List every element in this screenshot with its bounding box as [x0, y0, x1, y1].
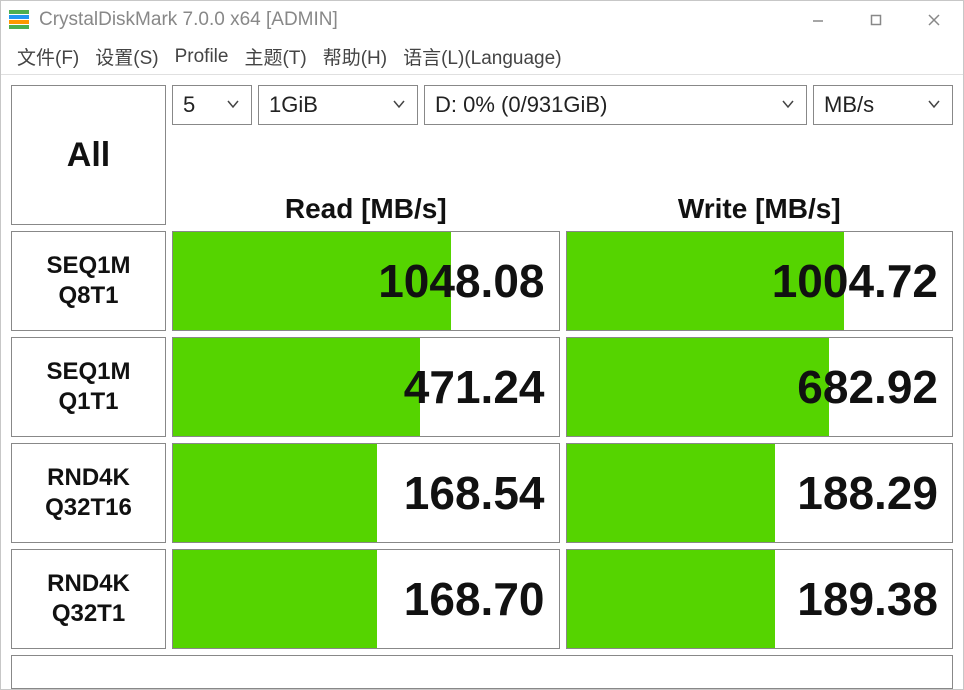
result-bar [567, 550, 775, 648]
run-all-label: All [67, 136, 110, 175]
result-value: 471.24 [404, 360, 545, 414]
result-value: 682.92 [797, 360, 938, 414]
row-label-line2: Q1T1 [58, 387, 118, 417]
header-read-cell: Read [MB/s] [172, 131, 560, 225]
header-read: Read [MB/s] [285, 193, 447, 225]
result-write-2: 188.29 [566, 443, 954, 543]
result-bar [567, 338, 829, 436]
header-write-cell: Write [MB/s] [566, 131, 954, 225]
window-controls [789, 1, 963, 39]
menubar: 文件(F) 设置(S) Profile 主题(T) 帮助(H) 语言(L)(La… [1, 39, 963, 75]
drive-select[interactable]: D: 0% (0/931GiB) [424, 85, 807, 125]
run-seq1m-q8t1-button[interactable]: SEQ1M Q8T1 [11, 231, 166, 331]
result-bar [173, 338, 420, 436]
result-value: 188.29 [797, 466, 938, 520]
run-rnd4k-q32t16-button[interactable]: RND4K Q32T16 [11, 443, 166, 543]
result-value: 168.54 [404, 466, 545, 520]
chevron-down-icon [225, 92, 241, 118]
close-button[interactable] [905, 1, 963, 39]
result-bar [567, 444, 775, 542]
minimize-button[interactable] [789, 1, 847, 39]
row-label-line1: SEQ1M [46, 251, 130, 281]
menu-theme[interactable]: 主题(T) [238, 41, 312, 72]
result-read-3: 168.70 [172, 549, 560, 649]
close-icon [927, 13, 941, 27]
unit-value: MB/s [824, 92, 874, 118]
maximize-button[interactable] [847, 1, 905, 39]
test-count-select[interactable]: 5 [172, 85, 252, 125]
chevron-down-icon [391, 92, 407, 118]
test-size-select[interactable]: 1GiB [258, 85, 418, 125]
menu-language[interactable]: 语言(L)(Language) [397, 41, 567, 72]
menu-profile[interactable]: Profile [169, 44, 235, 70]
chevron-down-icon [926, 92, 942, 118]
header-write: Write [MB/s] [678, 193, 841, 225]
row-label-line2: Q32T16 [45, 493, 132, 523]
drive-value: D: 0% (0/931GiB) [435, 92, 607, 118]
result-value: 168.70 [404, 572, 545, 626]
row-label-line2: Q32T1 [52, 599, 125, 629]
result-bar [173, 550, 377, 648]
minimize-icon [811, 13, 825, 27]
window-title: CrystalDiskMark 7.0.0 x64 [ADMIN] [39, 9, 789, 31]
maximize-icon [870, 14, 882, 26]
result-value: 1004.72 [772, 254, 938, 308]
result-value: 189.38 [797, 572, 938, 626]
test-count-value: 5 [183, 92, 195, 118]
menu-help[interactable]: 帮助(H) [317, 41, 393, 72]
result-read-0: 1048.08 [172, 231, 560, 331]
titlebar: CrystalDiskMark 7.0.0 x64 [ADMIN] [1, 1, 963, 39]
run-rnd4k-q32t1-button[interactable]: RND4K Q32T1 [11, 549, 166, 649]
result-value: 1048.08 [378, 254, 544, 308]
result-read-1: 471.24 [172, 337, 560, 437]
run-seq1m-q1t1-button[interactable]: SEQ1M Q1T1 [11, 337, 166, 437]
run-all-button[interactable]: All [11, 85, 166, 225]
row-label-line1: SEQ1M [46, 357, 130, 387]
results-grid: All Read [MB/s] Write [MB/s] SEQ1M Q8T1 … [11, 131, 953, 689]
row-label-line1: RND4K [47, 463, 130, 493]
content-area: 5 1GiB D: 0% (0/931GiB) MB/s All Read [M… [1, 75, 963, 689]
menu-file[interactable]: 文件(F) [11, 41, 85, 72]
menu-settings[interactable]: 设置(S) [89, 41, 164, 72]
unit-select[interactable]: MB/s [813, 85, 953, 125]
result-write-1: 682.92 [566, 337, 954, 437]
app-icon [9, 10, 29, 30]
test-size-value: 1GiB [269, 92, 318, 118]
result-write-3: 189.38 [566, 549, 954, 649]
chevron-down-icon [780, 92, 796, 118]
status-bar [11, 655, 953, 689]
result-bar [173, 444, 377, 542]
app-window: CrystalDiskMark 7.0.0 x64 [ADMIN] 文件(F) … [0, 0, 964, 690]
result-read-2: 168.54 [172, 443, 560, 543]
row-label-line1: RND4K [47, 569, 130, 599]
result-write-0: 1004.72 [566, 231, 954, 331]
row-label-line2: Q8T1 [58, 281, 118, 311]
